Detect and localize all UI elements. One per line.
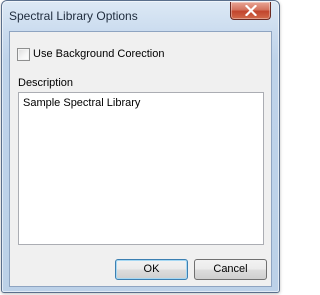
dialog-content: Use Background Corection Description Sam… bbox=[9, 31, 272, 287]
ok-button[interactable]: OK bbox=[115, 259, 188, 280]
background-correction-checkbox[interactable] bbox=[17, 47, 30, 61]
background-correction-option[interactable]: Use Background Corection bbox=[17, 47, 164, 61]
title-bar[interactable]: Spectral Library Options bbox=[2, 1, 279, 31]
close-button[interactable] bbox=[230, 2, 271, 20]
description-label: Description bbox=[18, 77, 74, 89]
window-title: Spectral Library Options bbox=[9, 9, 138, 23]
description-textbox[interactable]: Sample Spectral Library bbox=[18, 92, 264, 245]
cancel-button[interactable]: Cancel bbox=[194, 259, 267, 280]
dialog-window: Spectral Library Options Use Background … bbox=[1, 0, 280, 293]
background-correction-label[interactable]: Use Background Corection bbox=[33, 48, 164, 60]
close-icon bbox=[245, 5, 257, 16]
